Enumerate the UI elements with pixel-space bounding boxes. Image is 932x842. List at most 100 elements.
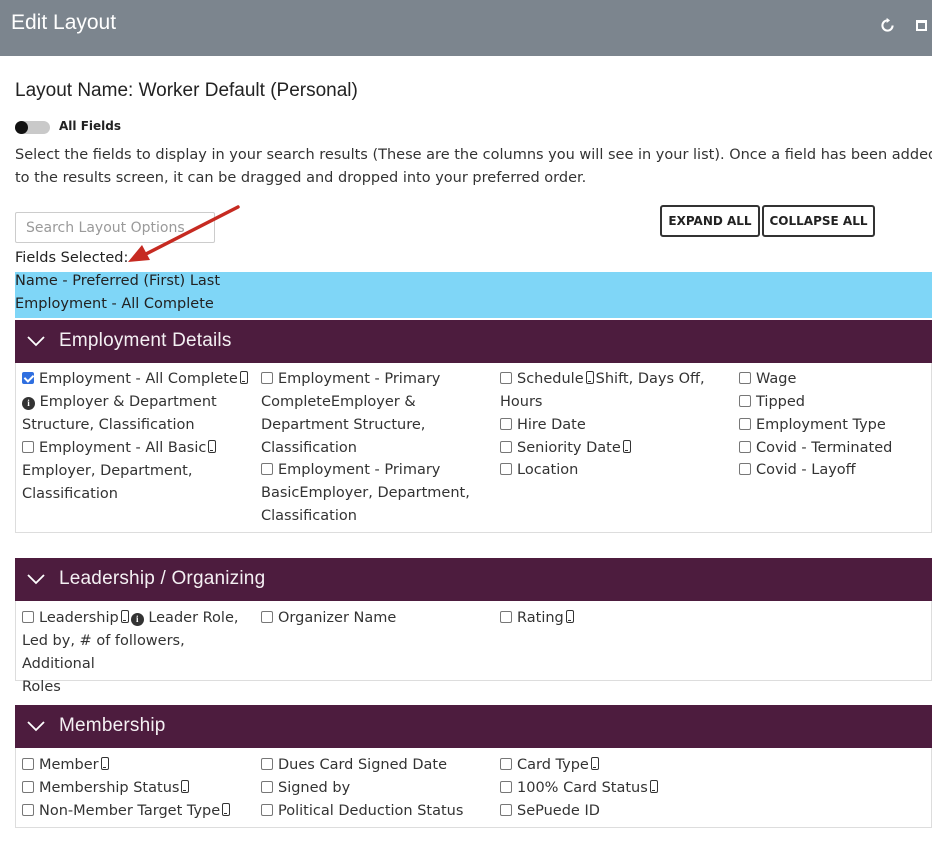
selected-field-item[interactable]: Employment - All Complete [15,296,214,312]
checkbox[interactable] [22,372,34,384]
field-label: Employment - All Complete [39,371,238,387]
chevron-down-icon [27,336,45,347]
field-wage[interactable]: Wage [739,368,796,391]
mobile-icon [622,440,631,453]
checkbox[interactable] [500,441,512,453]
field-label: Roles [22,679,61,695]
field-schedule[interactable]: Schedule Shift, Days Off, Hours [500,368,730,414]
field-member[interactable]: Member [22,754,111,777]
mobile-icon [565,610,574,623]
all-fields-toggle[interactable] [15,121,50,134]
checkbox[interactable] [22,758,34,770]
field-label: Signed by [278,780,351,796]
field-tipped[interactable]: Tipped [739,391,805,414]
section-body-employment-details: Employment - All Complete i Employer & D… [15,363,932,533]
checkbox[interactable] [261,804,273,816]
field-leadership[interactable]: Leadership i Leader Role, Led by, # of fo… [22,607,257,699]
annotation-arrow-icon [128,205,240,262]
field-label: BasicEmployer, Department, [261,485,470,501]
field-signed-by[interactable]: Signed by [261,777,350,800]
field-label: Covid - Terminated [756,440,893,456]
checkbox[interactable] [500,372,512,384]
checkbox[interactable] [739,372,751,384]
section-title: Membership [59,715,166,736]
maximize-icon[interactable] [916,20,927,31]
instructions-text: Select the fields to display in your sea… [15,147,932,186]
checkbox[interactable] [22,781,34,793]
field-label: Membership Status [39,780,180,796]
field-label: SePuede ID [517,803,600,819]
checkbox[interactable] [261,781,273,793]
checkbox[interactable] [22,804,34,816]
mobile-icon [120,610,129,623]
chevron-down-icon [27,574,45,585]
field-label: Classification [22,486,118,502]
info-icon[interactable]: i [22,397,35,410]
checkbox[interactable] [739,441,751,453]
field-label: Department Structure, [261,417,426,433]
section-header-membership[interactable]: Membership [15,705,932,748]
field-label: Card Type [517,757,589,773]
mobile-icon [649,780,658,793]
expand-all-button[interactable]: EXPAND ALL [660,205,760,237]
field-employment-primary-complete[interactable]: Employment - Primary CompleteEmployer & … [261,368,496,460]
checkbox[interactable] [261,611,273,623]
field-covid-terminated[interactable]: Covid - Terminated [739,437,892,460]
checkbox[interactable] [22,611,34,623]
checkbox[interactable] [739,418,751,430]
field-label: Wage [756,371,797,387]
checkbox[interactable] [739,463,751,475]
field-label: Employment Type [756,417,886,433]
field-label: Seniority Date [517,440,621,456]
checkbox[interactable] [22,441,34,453]
field-dues-card-signed-date[interactable]: Dues Card Signed Date [261,754,447,777]
field-label: Classification [261,440,357,456]
field-employment-primary-basic[interactable]: Employment - Primary BasicEmployer, Depa… [261,459,496,528]
refresh-icon[interactable] [879,17,896,34]
section-header-employment-details[interactable]: Employment Details [15,320,932,363]
field-non-member-target-type[interactable]: Non-Member Target Type [22,800,232,823]
field-label: Shift, Days Off, [595,371,705,387]
checkbox[interactable] [500,611,512,623]
field-employment-all-complete[interactable]: Employment - All Complete i Employer & D… [22,368,252,437]
field-covid-layoff[interactable]: Covid - Layoff [739,459,856,482]
field-label: Hours [500,394,543,410]
checkbox[interactable] [500,758,512,770]
field-membership-status[interactable]: Membership Status [22,777,191,800]
field-seniority-date[interactable]: Seniority Date [500,437,633,460]
checkbox[interactable] [500,463,512,475]
info-icon[interactable]: i [130,613,144,626]
checkbox[interactable] [739,395,751,407]
field-employment-type[interactable]: Employment Type [739,414,886,437]
field-label: Leadership [39,610,119,626]
field-label: Covid - Layoff [756,462,856,478]
field-location[interactable]: Location [500,459,578,482]
field-card-status[interactable]: 100% Card Status [500,777,660,800]
mobile-icon [222,803,231,816]
checkbox[interactable] [261,372,273,384]
checkbox[interactable] [500,418,512,430]
checkbox[interactable] [500,781,512,793]
field-label: Structure, Classification [22,417,195,433]
field-organizer-name[interactable]: Organizer Name [261,607,396,630]
checkbox[interactable] [261,463,273,475]
section-title: Leadership / Organizing [59,568,266,589]
checkbox[interactable] [261,758,273,770]
mobile-icon [208,440,217,453]
field-label: Employer, Department, [22,463,193,479]
field-label: Schedule [517,371,584,387]
field-political-deduction-status[interactable]: Political Deduction Status [261,800,463,823]
fields-selected-list: Name - Preferred (First) Last Employment… [15,272,932,318]
field-label: 100% Card Status [517,780,648,796]
checkbox[interactable] [500,804,512,816]
field-rating[interactable]: Rating [500,607,576,630]
field-sepuede-id[interactable]: SePuede ID [500,800,600,823]
field-hire-date[interactable]: Hire Date [500,414,586,437]
toggle-knob [15,121,28,134]
selected-field-item[interactable]: Name - Preferred (First) Last [15,273,220,289]
section-header-leadership-organizing[interactable]: Leadership / Organizing [15,558,932,601]
field-card-type[interactable]: Card Type [500,754,601,777]
field-employment-all-basic[interactable]: Employment - All Basic Employer, Departm… [22,437,252,506]
collapse-all-button[interactable]: COLLAPSE ALL [762,205,875,237]
mobile-icon [181,780,190,793]
